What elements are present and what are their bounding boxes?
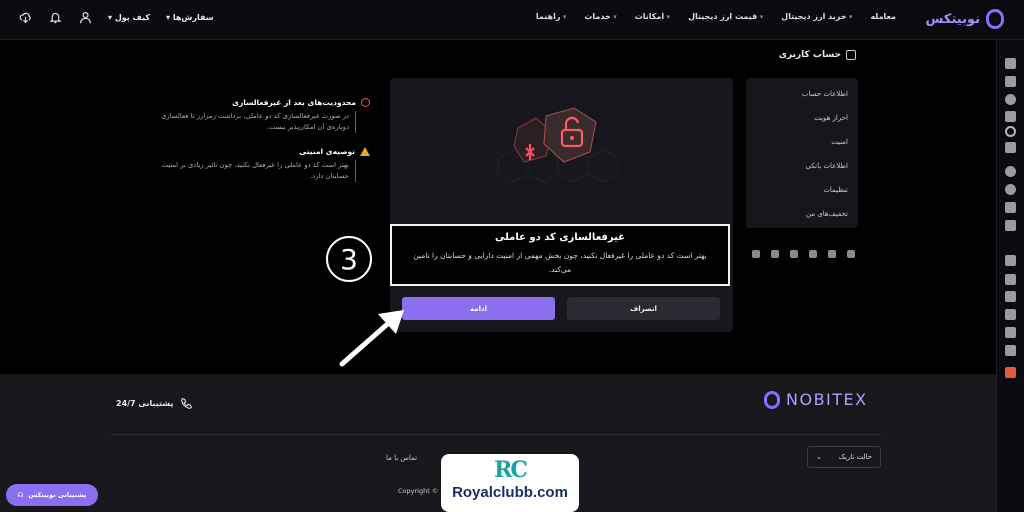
brand[interactable]: نوبیتکس: [926, 9, 1004, 29]
nobitex-logo-icon: [986, 9, 1004, 29]
menu-buy-crypto[interactable]: خرید ارز دیجیتال: [781, 12, 852, 21]
rail-market-icon[interactable]: [1005, 94, 1016, 105]
modal-description: بهتر است کد دو عاملی را غیرفعال نکنید، چ…: [413, 251, 707, 274]
footer-divider: [110, 434, 882, 435]
watermark-text: Royalclubb.com: [452, 484, 568, 501]
continue-button[interactable]: ادامه: [402, 297, 555, 320]
menu-crypto-prices[interactable]: قیمت ارز دیجیتال: [688, 12, 763, 21]
social-links: [752, 250, 855, 258]
top-actions: کیف پول ▾ سفارش‌ها ▾: [18, 10, 214, 24]
headset-icon: ☊: [17, 491, 24, 499]
support-chat-button[interactable]: پشتیبانی نوبیتکس ☊: [6, 484, 98, 506]
support-info: پشتیبانی 24/7: [116, 396, 193, 410]
account-menu: اطلاعات حساب احراز هویت امنیت اطلاعات با…: [746, 78, 858, 228]
orders-label: سفارش‌ها: [172, 12, 214, 22]
tip-heading: محدودیت‌های بعد از غیرفعالسازی: [160, 98, 370, 107]
menu-features[interactable]: امکانات: [635, 12, 670, 21]
x-icon[interactable]: [809, 250, 817, 258]
download-app-icon[interactable]: [18, 10, 32, 24]
wallet-label: کیف پول: [114, 12, 151, 22]
instagram-icon[interactable]: [790, 250, 798, 258]
tip-heading: توصیه‌ی امنیتی: [160, 147, 370, 156]
nobitex-logo-icon: [764, 390, 780, 409]
two-factor-panel: [390, 78, 733, 332]
rail-deposit-icon[interactable]: [1005, 184, 1016, 195]
theme-select-label: حالت تاریک: [838, 453, 872, 461]
footer-link-contact[interactable]: تماس با ما: [386, 454, 417, 462]
tip-title: توصیه‌ی امنیتی: [299, 147, 355, 156]
main-menu: معامله خرید ارز دیجیتال قیمت ارز دیجیتال…: [536, 12, 896, 21]
rail-dashboard-icon[interactable]: [1005, 58, 1016, 69]
rail-security-icon[interactable]: [1005, 126, 1016, 137]
theme-select[interactable]: حالت تاریک ⌄: [807, 446, 881, 468]
side-rail: [996, 40, 1024, 512]
footer-logo[interactable]: NOBITEX: [764, 390, 868, 409]
watermark: RC Royalclubb.com: [441, 454, 579, 512]
aparat-icon[interactable]: [847, 250, 855, 258]
youtube-icon[interactable]: [828, 250, 836, 258]
rail-logout-icon[interactable]: [1005, 367, 1016, 378]
phone-icon: [179, 396, 193, 410]
support-label: پشتیبانی 24/7: [116, 398, 174, 408]
account-menu-item[interactable]: تنظیمات: [756, 182, 848, 206]
tip-title: محدودیت‌های بعد از غیرفعالسازی: [232, 98, 356, 107]
menu-trade[interactable]: معامله: [870, 12, 896, 21]
rail-badge-icon[interactable]: [1005, 309, 1016, 320]
notification-bell-icon[interactable]: [48, 10, 62, 24]
rail-account-icon[interactable]: [1005, 255, 1016, 266]
rail-network-icon[interactable]: [1005, 202, 1016, 213]
account-menu-item[interactable]: تخفیف‌های من: [756, 206, 848, 230]
rail-gift-icon[interactable]: [1005, 327, 1016, 338]
footer-logo-text: NOBITEX: [786, 390, 868, 409]
rail-history-icon[interactable]: [1005, 111, 1016, 122]
rail-calendar-icon[interactable]: [1005, 220, 1016, 231]
wallet-menu[interactable]: کیف پول ▾: [108, 13, 150, 22]
warning-triangle-icon: [360, 147, 370, 156]
rail-settings-icon[interactable]: [1005, 142, 1016, 153]
pointer-arrow-icon: [339, 310, 404, 367]
telegram-icon[interactable]: [752, 250, 760, 258]
step-number-badge: 3: [326, 236, 372, 282]
rail-trophy-icon[interactable]: [1005, 345, 1016, 356]
account-icon: [846, 50, 856, 60]
warning-circle-icon: [361, 98, 370, 107]
brand-name: نوبیتکس: [925, 11, 980, 27]
account-title-text: حساب کاربری: [778, 50, 841, 60]
unlock-illustration: [497, 107, 618, 183]
orders-menu[interactable]: سفارش‌ها ▾: [166, 13, 214, 22]
tips-section: محدودیت‌های بعد از غیرفعالسازی در صورت غ…: [160, 98, 370, 182]
account-menu-item[interactable]: احراز هویت: [756, 110, 848, 134]
tip-text: در صورت غیرفعالسازی کد دو عاملی، برداشت …: [160, 111, 356, 133]
linkedin-icon[interactable]: [771, 250, 779, 258]
chevron-down-icon: ⌄: [816, 453, 822, 461]
user-profile-icon[interactable]: [78, 10, 92, 24]
menu-services[interactable]: خدمات: [584, 12, 616, 21]
account-title: حساب کاربری: [779, 50, 856, 60]
rail-card-icon[interactable]: [1005, 274, 1016, 285]
modal-title: غیرفعالسازی کد دو عاملی: [494, 232, 626, 243]
rail-wallet-icon[interactable]: [1005, 76, 1016, 87]
account-menu-item[interactable]: امنیت: [756, 134, 848, 158]
modal-content: غیرفعالسازی کد دو عاملی بهتر است کد دو ع…: [390, 224, 730, 286]
menu-guide[interactable]: راهنما: [536, 12, 566, 21]
account-menu-item[interactable]: اطلاعات بانکی: [756, 158, 848, 182]
rail-shield-icon[interactable]: [1005, 291, 1016, 302]
watermark-logo: RC: [494, 457, 528, 483]
account-menu-item[interactable]: اطلاعات حساب: [756, 86, 848, 110]
chat-label: پشتیبانی نوبیتکس: [28, 491, 87, 499]
cancel-button[interactable]: انصراف: [567, 297, 720, 320]
tip-text: بهتر است کد دو عاملی را غیرفعال نکنید، چ…: [160, 160, 356, 182]
rail-earth-icon[interactable]: [1005, 166, 1016, 177]
top-navbar: نوبیتکس معامله خرید ارز دیجیتال قیمت ارز…: [0, 0, 1024, 40]
